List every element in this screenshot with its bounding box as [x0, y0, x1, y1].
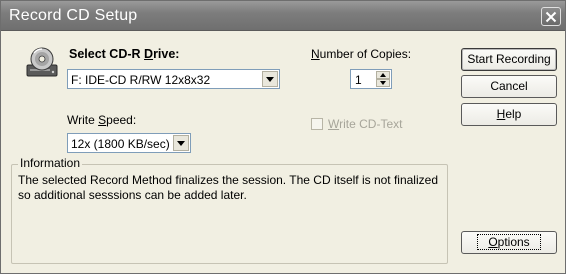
- information-legend: Information: [18, 156, 83, 170]
- drive-dropdown-button[interactable]: [262, 71, 278, 87]
- drive-select-value: F: IDE-CD R/RW 12x8x32: [71, 73, 211, 87]
- write-cd-text-checkbox[interactable]: [311, 118, 323, 130]
- write-speed-label: Write Speed:: [67, 113, 137, 127]
- write-speed-select[interactable]: 12x (1800 KB/sec): [67, 133, 191, 153]
- write-speed-dropdown-button[interactable]: [173, 135, 189, 151]
- close-button[interactable]: [541, 7, 561, 26]
- options-button[interactable]: Options: [461, 231, 557, 254]
- chevron-down-icon: [266, 76, 274, 82]
- number-of-copies-label: Number of Copies:: [311, 47, 412, 61]
- copies-decrement-button[interactable]: [376, 79, 390, 87]
- select-drive-label: Select CD-R Drive:: [69, 47, 180, 61]
- copies-value: 1: [355, 73, 362, 87]
- spin-down-icon: [380, 81, 386, 85]
- help-button[interactable]: Help: [461, 103, 557, 126]
- start-recording-button[interactable]: Start Recording: [461, 48, 557, 71]
- copies-spinner[interactable]: 1: [350, 69, 392, 89]
- cd-drive-icon: [26, 47, 58, 77]
- cancel-button[interactable]: Cancel: [461, 75, 557, 98]
- copies-increment-button[interactable]: [376, 71, 390, 79]
- window-title: Record CD Setup: [9, 7, 138, 24]
- information-text: The selected Record Method finalizes the…: [18, 173, 438, 202]
- close-icon: [545, 11, 557, 22]
- drive-select[interactable]: F: IDE-CD R/RW 12x8x32: [67, 69, 280, 89]
- write-cd-text-label: Write CD-Text: [328, 117, 403, 131]
- title-bar[interactable]: Record CD Setup: [1, 1, 565, 31]
- write-speed-value: 12x (1800 KB/sec): [71, 137, 170, 151]
- spin-up-icon: [380, 73, 386, 77]
- record-cd-setup-dialog: Record CD Setup Select CD-R Drive: F: ID…: [0, 0, 566, 274]
- chevron-down-icon: [177, 140, 185, 146]
